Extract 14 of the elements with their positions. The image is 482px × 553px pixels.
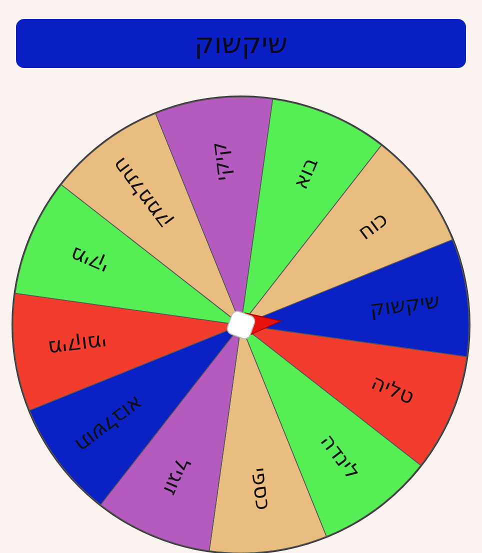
segment-label: תושלבוא: [70, 391, 148, 458]
result-banner: שיקשוק: [16, 19, 466, 68]
segment-label: מיקומי: [46, 330, 108, 361]
segment-label: שיקשוק: [368, 288, 441, 322]
segment-label: קיקי: [206, 140, 236, 182]
hub-knob[interactable]: [225, 309, 257, 341]
segment-label: כספי: [246, 466, 276, 512]
segment-label: מיקי: [66, 242, 112, 280]
segment-label: חתלממק: [107, 152, 176, 234]
segment-label: בוא: [288, 154, 323, 192]
segment-label: זוגיל: [158, 454, 196, 500]
segment-label: לינדה: [316, 430, 365, 484]
segment-label: טליה: [368, 370, 418, 410]
segment-label: כוח: [353, 206, 392, 244]
